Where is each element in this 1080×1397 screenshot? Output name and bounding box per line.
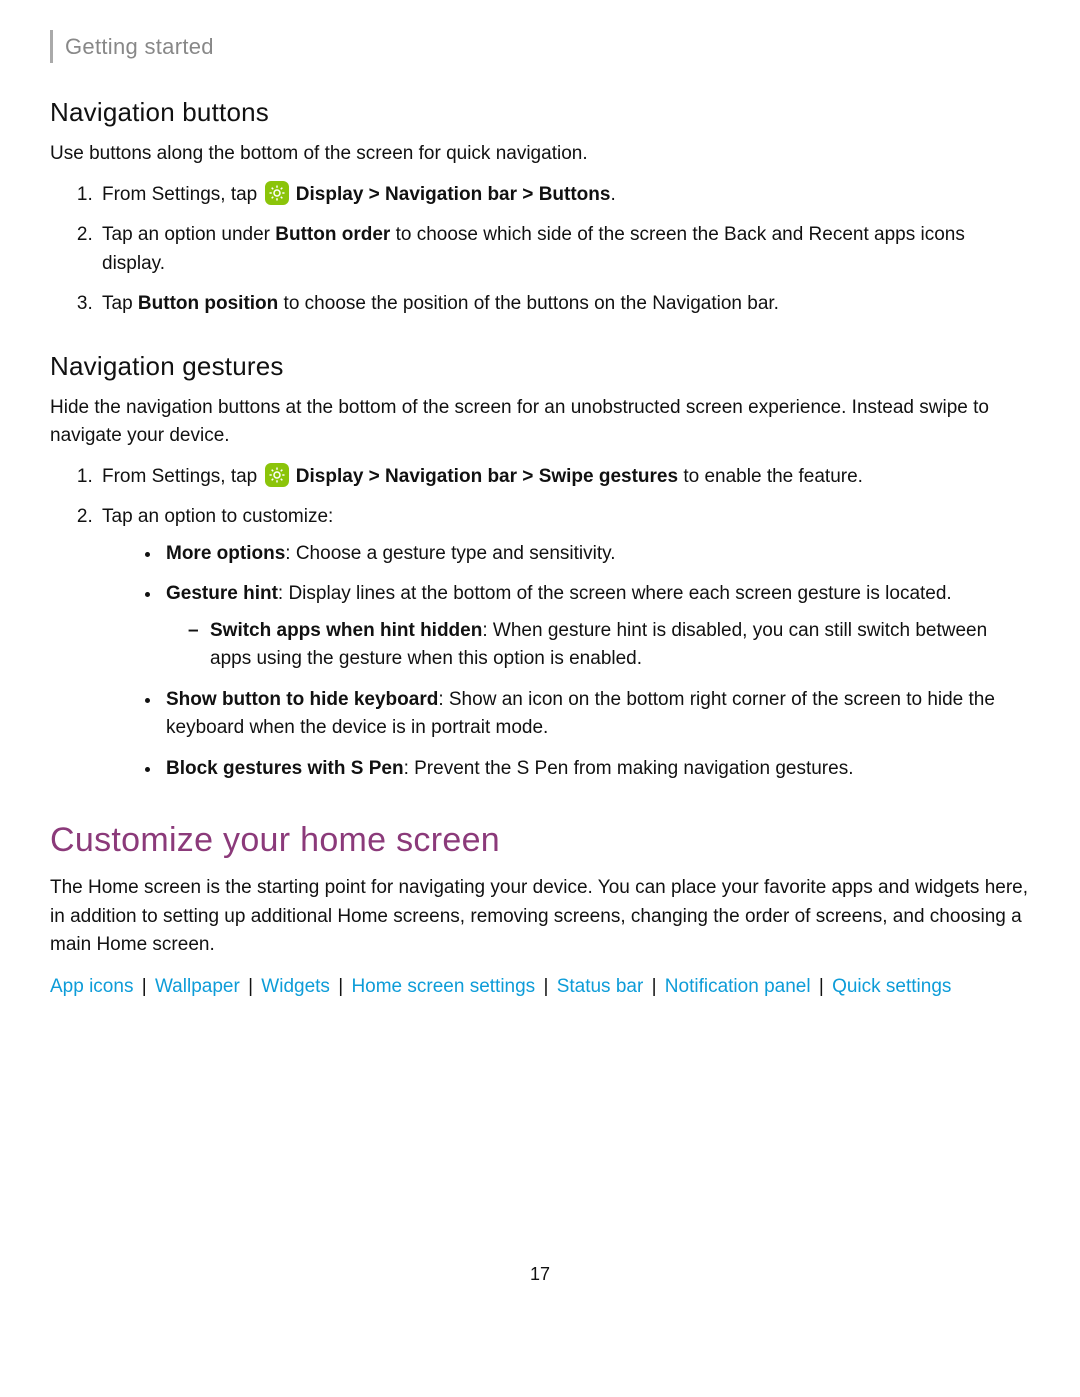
nav-gestures-step-2: Tap an option to customize: More options…: [98, 503, 1030, 783]
more-options-label: More options: [166, 543, 285, 564]
nav-buttons-step-1: From Settings, tap Display > Navigation …: [98, 181, 1030, 210]
link-separator: |: [136, 976, 152, 997]
switch-apps-label: Switch apps when hint hidden: [210, 620, 482, 641]
link-status-bar[interactable]: Status bar: [557, 976, 644, 997]
buttons-label: Buttons: [539, 184, 611, 205]
block-spen-item: Block gestures with S Pen: Prevent the S…: [162, 755, 1030, 784]
sep: >: [363, 184, 385, 205]
text: : Prevent the S Pen from making navigati…: [404, 758, 854, 779]
link-separator: |: [538, 976, 554, 997]
text: Tap: [102, 293, 138, 314]
block-spen-label: Block gestures with S Pen: [166, 758, 404, 779]
navbar-label: Navigation bar: [385, 466, 517, 487]
gesture-hint-item: Gesture hint: Display lines at the botto…: [162, 580, 1030, 674]
nav-buttons-step-3: Tap Button position to choose the positi…: [98, 290, 1030, 319]
customize-intro: The Home screen is the starting point fo…: [50, 874, 1030, 960]
switch-apps-item: Switch apps when hint hidden: When gestu…: [206, 617, 1030, 674]
link-quick-settings[interactable]: Quick settings: [832, 976, 951, 997]
button-position-label: Button position: [138, 293, 278, 314]
nav-buttons-heading: Navigation buttons: [50, 93, 1030, 132]
swipe-gestures-label: Swipe gestures: [539, 466, 678, 487]
button-order-label: Button order: [275, 224, 390, 245]
customize-options-list: More options: Choose a gesture type and …: [102, 540, 1030, 784]
nav-buttons-intro: Use buttons along the bottom of the scre…: [50, 140, 1030, 169]
text: From Settings, tap: [102, 466, 263, 487]
link-notification-panel[interactable]: Notification panel: [665, 976, 811, 997]
text: : Display lines at the bottom of the scr…: [278, 583, 952, 604]
more-options-item: More options: Choose a gesture type and …: [162, 540, 1030, 569]
display-label: Display: [296, 466, 364, 487]
nav-gestures-heading: Navigation gestures: [50, 347, 1030, 386]
page-number: 17: [50, 1261, 1030, 1288]
show-button-item: Show button to hide keyboard: Show an ic…: [162, 686, 1030, 743]
sep: >: [517, 466, 539, 487]
navbar-label: Navigation bar: [385, 184, 517, 205]
brightness-icon: [265, 463, 289, 487]
link-wallpaper[interactable]: Wallpaper: [155, 976, 240, 997]
link-separator: |: [243, 976, 259, 997]
text: From Settings, tap: [102, 184, 263, 205]
nav-gestures-steps: From Settings, tap Display > Navigation …: [50, 463, 1030, 784]
text: : Choose a gesture type and sensitivity.: [285, 543, 615, 564]
nav-buttons-step-2: Tap an option under Button order to choo…: [98, 221, 1030, 278]
nav-gestures-step-1: From Settings, tap Display > Navigation …: [98, 463, 1030, 492]
customize-heading: Customize your home screen: [50, 815, 1030, 866]
link-separator: |: [333, 976, 349, 997]
link-app-icons[interactable]: App icons: [50, 976, 133, 997]
sep: >: [363, 466, 385, 487]
text: .: [610, 184, 615, 205]
gesture-hint-label: Gesture hint: [166, 583, 278, 604]
show-button-label: Show button to hide keyboard: [166, 689, 438, 710]
customize-links: App icons | Wallpaper | Widgets | Home s…: [50, 972, 1030, 1001]
link-home-screen-settings[interactable]: Home screen settings: [351, 976, 535, 997]
text: Tap an option to customize:: [102, 506, 333, 527]
text: Tap an option under: [102, 224, 275, 245]
brightness-icon: [265, 181, 289, 205]
gesture-hint-sublist: Switch apps when hint hidden: When gestu…: [166, 617, 1030, 674]
text: to choose the position of the buttons on…: [278, 293, 779, 314]
nav-gestures-intro: Hide the navigation buttons at the botto…: [50, 394, 1030, 451]
link-separator: |: [814, 976, 830, 997]
sep: >: [517, 184, 539, 205]
section-header: Getting started: [50, 30, 1030, 63]
text: to enable the feature.: [678, 466, 863, 487]
link-widgets[interactable]: Widgets: [261, 976, 330, 997]
nav-buttons-steps: From Settings, tap Display > Navigation …: [50, 181, 1030, 319]
link-separator: |: [646, 976, 662, 997]
display-label: Display: [296, 184, 364, 205]
